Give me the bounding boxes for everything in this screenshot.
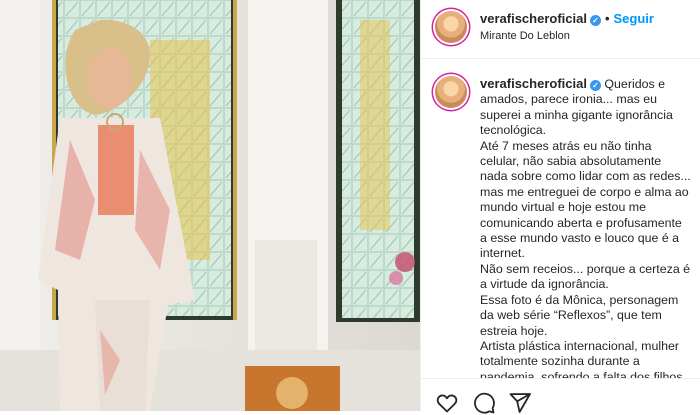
avatar[interactable] (435, 11, 467, 43)
caption-avatar[interactable] (435, 76, 467, 108)
share-icon[interactable] (508, 391, 532, 415)
photo-illustration (0, 0, 420, 411)
separator-dot: • (604, 11, 610, 26)
action-bar (421, 378, 700, 414)
caption-verified-badge-icon: ✓ (589, 80, 601, 91)
comment-icon[interactable] (472, 391, 496, 415)
follow-button[interactable]: Seguir (614, 11, 654, 26)
post-side-panel: verafischeroficial ✓ • Seguir Mirante Do Le… (420, 0, 700, 414)
caption-paragraph: Até 7 meses atrás eu não tinha celular, … (480, 138, 691, 261)
caption-paragraph: Artista plástica internacional, mulher t… (480, 338, 683, 378)
post-location[interactable]: Mirante Do Leblon (480, 30, 570, 42)
caption-paragraph: Não sem receios... porque a certeza é a … (480, 261, 691, 292)
heart-icon[interactable] (435, 391, 459, 415)
comments-scroll-area[interactable]: verafischeroficial ✓ Queridos e amados, p… (421, 60, 700, 378)
caption-first-line: verafischeroficial ✓ Queridos e amados, p… (480, 76, 692, 139)
header-username-row: verafischeroficial ✓ • Seguir (480, 11, 654, 26)
post-photo[interactable] (0, 0, 420, 411)
caption-paragraph: Essa foto é da Mônica, personagem da web… (480, 292, 679, 338)
caption-username[interactable]: verafischeroficial (480, 76, 587, 91)
caption-text: verafischeroficial ✓ Queridos e amados, p… (480, 76, 692, 378)
header-username[interactable]: verafischeroficial (480, 11, 587, 26)
post-header: verafischeroficial ✓ • Seguir Mirante Do Le… (421, 0, 700, 59)
verified-badge-icon: ✓ (589, 15, 601, 26)
